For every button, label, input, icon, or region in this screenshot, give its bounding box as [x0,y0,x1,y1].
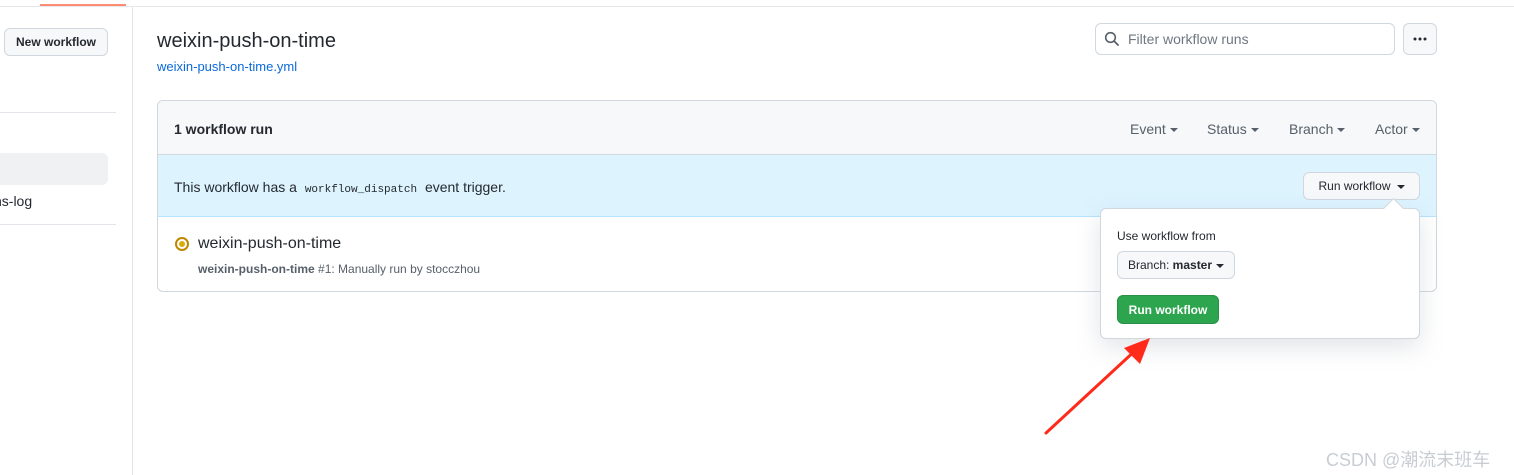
run-workflow-popover: Use workflow from Branch: master Run wor… [1100,208,1420,339]
filter-status-label: Status [1207,121,1247,137]
sidebar-item-selected[interactable] [0,153,108,185]
filter-actor-label: Actor [1375,121,1408,137]
filter-event-label: Event [1130,121,1166,137]
sidebar-item-workflow[interactable]: ns-log [0,193,38,209]
sidebar-item-label: ns-log [0,193,33,209]
filter-runs-input[interactable] [1128,31,1378,47]
run-meta: weixin-push-on-time #1: Manually run by … [198,262,480,276]
workflow-title: weixin-push-on-time [157,30,336,52]
branch-select-button[interactable]: Branch: master [1117,251,1235,279]
run-title[interactable]: weixin-push-on-time [198,235,341,253]
workflow-file-link[interactable]: weixin-push-on-time.yml [157,59,297,74]
run-meta-rest: #1: Manually run by stocczhou [318,262,481,276]
runs-header: 1 workflow run Event Status Branch Actor [158,101,1436,155]
runs-count: 1 workflow run [174,121,273,137]
caret-down-icon [1216,264,1225,268]
use-workflow-from-label: Use workflow from [1117,229,1216,243]
watermark: CSDN @潮流末班车 [1326,450,1491,470]
dispatch-code: workflow_dispatch [304,184,418,196]
run-workflow-dropdown-button[interactable]: Run workflow [1303,172,1420,200]
dispatch-prefix: This workflow has a [174,179,297,195]
sidebar-divider [0,224,116,225]
queued-status-icon [175,237,189,251]
dispatch-message: This workflow has a workflow_dispatch ev… [174,179,506,196]
kebab-horizontal-icon [1413,37,1427,41]
caret-down-icon [1169,128,1178,132]
caret-down-icon [1337,128,1346,132]
filter-actor-menu[interactable]: Actor [1375,121,1420,137]
filter-event-menu[interactable]: Event [1130,121,1178,137]
branch-value: master [1172,258,1213,272]
sidebar-divider [0,112,116,113]
sidebar: New workflow ns-log [0,7,133,475]
top-divider [0,6,1514,7]
annotation-arrow-icon [1044,338,1150,435]
filter-branch-menu[interactable]: Branch [1289,121,1346,137]
filter-status-menu[interactable]: Status [1207,121,1259,137]
run-workflow-name: weixin-push-on-time [198,262,315,276]
search-icon [1104,31,1119,46]
branch-prefix: Branch: [1127,258,1170,272]
caret-down-icon [1396,185,1405,189]
more-options-button[interactable] [1403,23,1437,55]
active-tab-underline [40,4,126,6]
run-workflow-dropdown-label: Run workflow [1318,179,1391,193]
filter-branch-label: Branch [1289,121,1334,137]
dispatch-suffix: event trigger. [424,179,506,195]
caret-down-icon [1411,128,1420,132]
caret-down-icon [1250,128,1259,132]
filter-runs-box[interactable] [1095,23,1395,55]
run-workflow-button[interactable]: Run workflow [1117,295,1219,324]
new-workflow-button[interactable]: New workflow [4,28,108,56]
